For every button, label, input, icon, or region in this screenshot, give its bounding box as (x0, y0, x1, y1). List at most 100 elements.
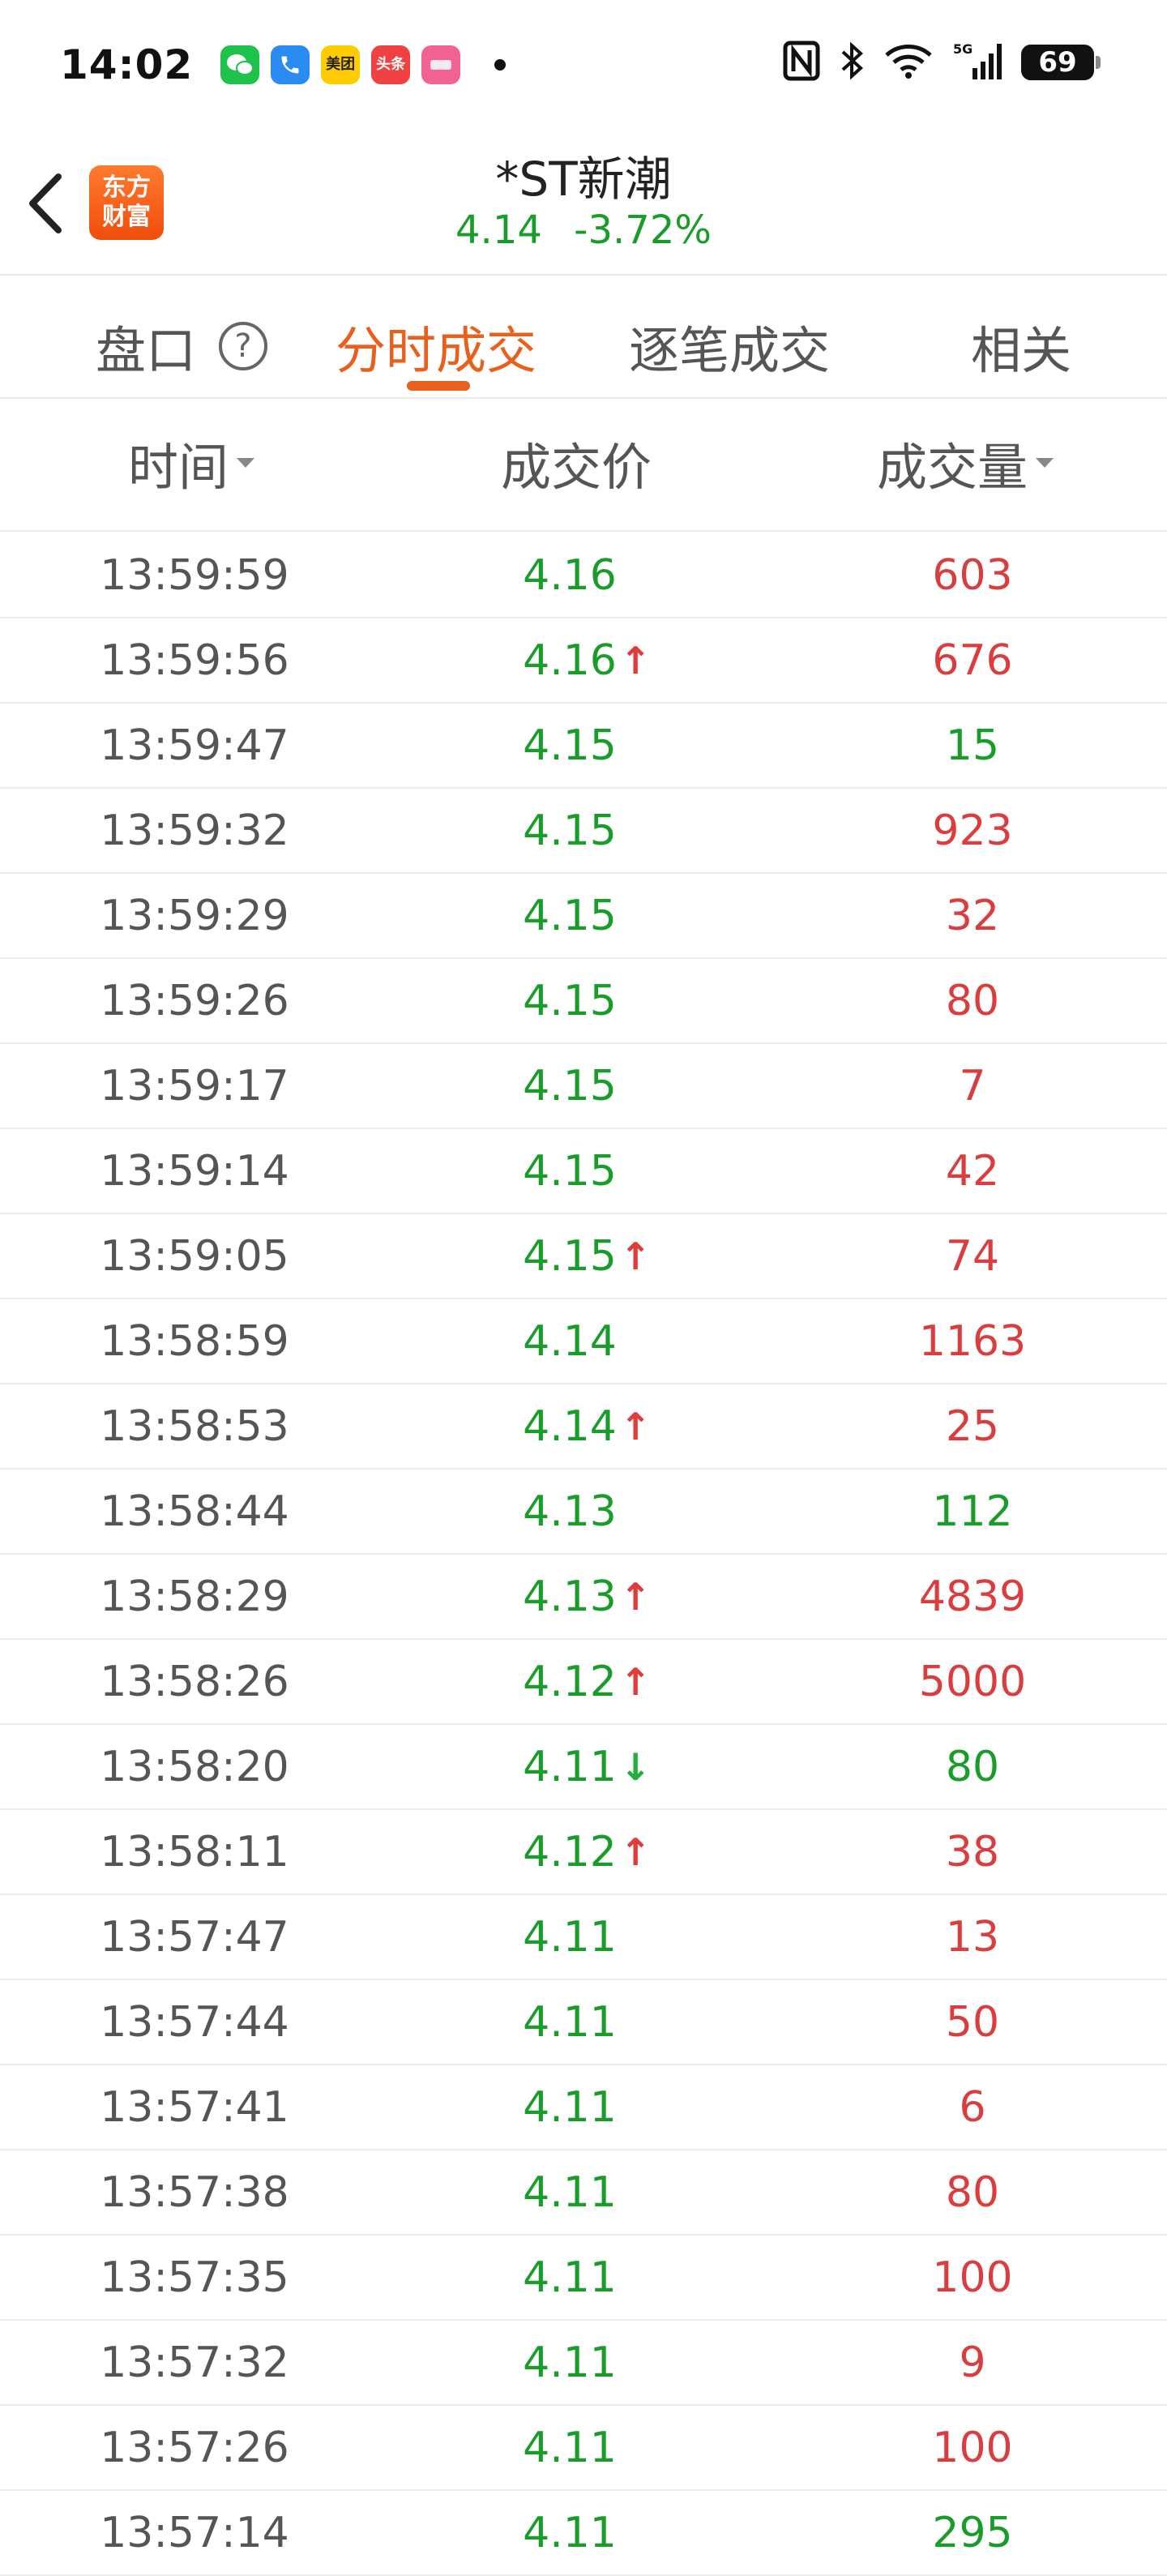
column-header-price: 成交价 (501, 426, 652, 499)
trade-price: 4.14 (523, 1317, 617, 1366)
trade-price: 4.16 (523, 636, 617, 685)
trade-volume: 100 (932, 2253, 1013, 2302)
table-row: 13:57:35 4.11 100 (0, 2236, 1167, 2321)
trade-time: 13:59:14 (100, 1147, 289, 1196)
tab-related[interactable]: 相关 (971, 310, 1071, 383)
trade-price-cell: 4.12 ↑ (454, 1828, 713, 1876)
trade-price-cell: 4.14 ↑ (454, 1402, 713, 1451)
wechat-icon (220, 45, 260, 84)
trade-volume: 1163 (918, 1317, 1027, 1366)
trade-price-cell: 4.14 (454, 1317, 713, 1366)
tab-tick-by-tick-trades[interactable]: 逐笔成交 (629, 310, 830, 383)
table-row: 13:58:59 4.14 1163 (0, 1299, 1167, 1384)
trade-price: 4.11 (523, 2509, 617, 2557)
trade-time: 13:57:26 (100, 2424, 289, 2472)
status-bar: 14:02 美团 头条 5G 69 (0, 0, 1167, 130)
trade-volume: 295 (932, 2509, 1013, 2557)
trade-price: 4.14 (523, 1402, 617, 1451)
trade-price: 4.15 (523, 1147, 617, 1196)
trade-price-cell: 4.11 (454, 2339, 713, 2387)
trade-volume: 7 (959, 1062, 986, 1110)
table-row: 13:57:38 4.11 80 (0, 2150, 1167, 2236)
trade-time: 13:59:26 (100, 977, 289, 1025)
table-row: 13:58:53 4.14 ↑ 25 (0, 1384, 1167, 1470)
table-row: 13:59:26 4.15 80 (0, 959, 1167, 1044)
trade-price: 4.11 (523, 2424, 617, 2472)
table-row: 13:59:14 4.15 42 (0, 1129, 1167, 1214)
tab-label: 相关 (971, 321, 1072, 380)
sort-caret-icon (1036, 458, 1054, 468)
trade-volume: 25 (945, 1402, 1000, 1451)
trade-volume: 5000 (918, 1658, 1027, 1706)
trade-price-cell: 4.11 (454, 1913, 713, 1962)
trade-time: 13:58:44 (100, 1487, 289, 1536)
column-label: 时间 (128, 438, 229, 497)
app-icon (421, 45, 461, 84)
trade-price-cell: 4.11 (454, 2168, 713, 2217)
trade-price: 4.15 (523, 1062, 617, 1110)
status-time: 14:02 (60, 41, 194, 88)
trade-price: 4.15 (523, 1232, 617, 1281)
trade-price: 4.11 (523, 2339, 617, 2387)
table-row: 13:59:59 4.16 603 (0, 533, 1167, 618)
trade-price-cell: 4.13 (454, 1487, 713, 1536)
trade-price: 4.13 (523, 1573, 617, 1621)
trade-price-cell: 4.11 (454, 2083, 713, 2132)
trade-price-cell: 4.11 (454, 2253, 713, 2302)
phone-icon (271, 45, 310, 84)
battery-level: 69 (1038, 46, 1077, 79)
trade-time: 13:59:32 (100, 807, 289, 855)
column-header-volume[interactable]: 成交量 (877, 426, 1054, 499)
column-header-time[interactable]: 时间 (128, 426, 255, 499)
tab-time-sharing-trades[interactable]: 分时成交 (336, 310, 536, 383)
trade-price-cell: 4.15 (454, 721, 713, 770)
trade-time: 13:58:59 (100, 1317, 289, 1366)
trade-volume: 80 (945, 2168, 1000, 2217)
trade-price: 4.11 (523, 2168, 617, 2217)
stock-change-pct: -3.72% (574, 208, 712, 253)
trade-price: 4.11 (523, 1743, 617, 1791)
trade-volume: 603 (932, 551, 1013, 600)
table-row: 13:58:26 4.12 ↑ 5000 (0, 1640, 1167, 1725)
trade-time: 13:57:35 (100, 2253, 289, 2302)
table-row: 13:57:44 4.11 50 (0, 1980, 1167, 2065)
trade-volume: 100 (932, 2424, 1013, 2472)
trade-time: 13:57:47 (100, 1913, 289, 1962)
table-row: 13:58:20 4.11 ↓ 80 (0, 1725, 1167, 1810)
trade-time: 13:57:14 (100, 2509, 289, 2557)
trade-volume: 38 (945, 1828, 1000, 1876)
trade-volume: 6 (959, 2083, 986, 2132)
trade-price-cell: 4.16 (454, 551, 713, 600)
trade-volume: 80 (945, 977, 1000, 1025)
arrow-up-icon: ↑ (619, 1405, 652, 1448)
wifi-icon (883, 42, 934, 83)
trade-volume: 80 (945, 1743, 1000, 1791)
trade-time: 13:59:59 (100, 551, 289, 600)
trade-volume: 42 (945, 1147, 1000, 1196)
trade-time: 13:59:17 (100, 1062, 289, 1110)
column-label: 成交价 (501, 438, 652, 497)
trade-price-cell: 4.15 (454, 892, 713, 940)
trade-price-cell: 4.15 (454, 1062, 713, 1110)
arrow-up-icon: ↑ (619, 1575, 652, 1619)
table-row: 13:58:29 4.13 ↑ 4839 (0, 1555, 1167, 1640)
trade-volume: 50 (945, 1998, 1000, 2047)
trade-time: 13:57:32 (100, 2339, 289, 2387)
svg-text:5G: 5G (953, 41, 972, 57)
arrow-down-icon: ↓ (619, 1745, 652, 1789)
tab-label: 逐笔成交 (629, 321, 831, 380)
trade-price: 4.12 (523, 1828, 617, 1876)
trade-price: 4.13 (523, 1487, 617, 1536)
battery-icon: 69 (1021, 45, 1101, 80)
trade-time: 13:59:29 (100, 892, 289, 940)
trade-list[interactable]: 13:59:59 4.16 603 13:59:56 4.16 ↑ 676 13:59:47 4… (0, 533, 1167, 2576)
help-icon[interactable]: ? (219, 322, 268, 370)
stock-name: *ST新潮 (495, 152, 672, 207)
trade-price-cell: 4.15 ↑ (454, 1232, 713, 1281)
tab-order-book[interactable]: 盘口 ? (96, 310, 268, 383)
trade-price-cell: 4.15 (454, 1147, 713, 1196)
arrow-up-icon: ↑ (619, 639, 652, 683)
trade-price: 4.11 (523, 2253, 617, 2302)
more-notifications-dot (494, 59, 507, 71)
trade-price: 4.11 (523, 1998, 617, 2047)
